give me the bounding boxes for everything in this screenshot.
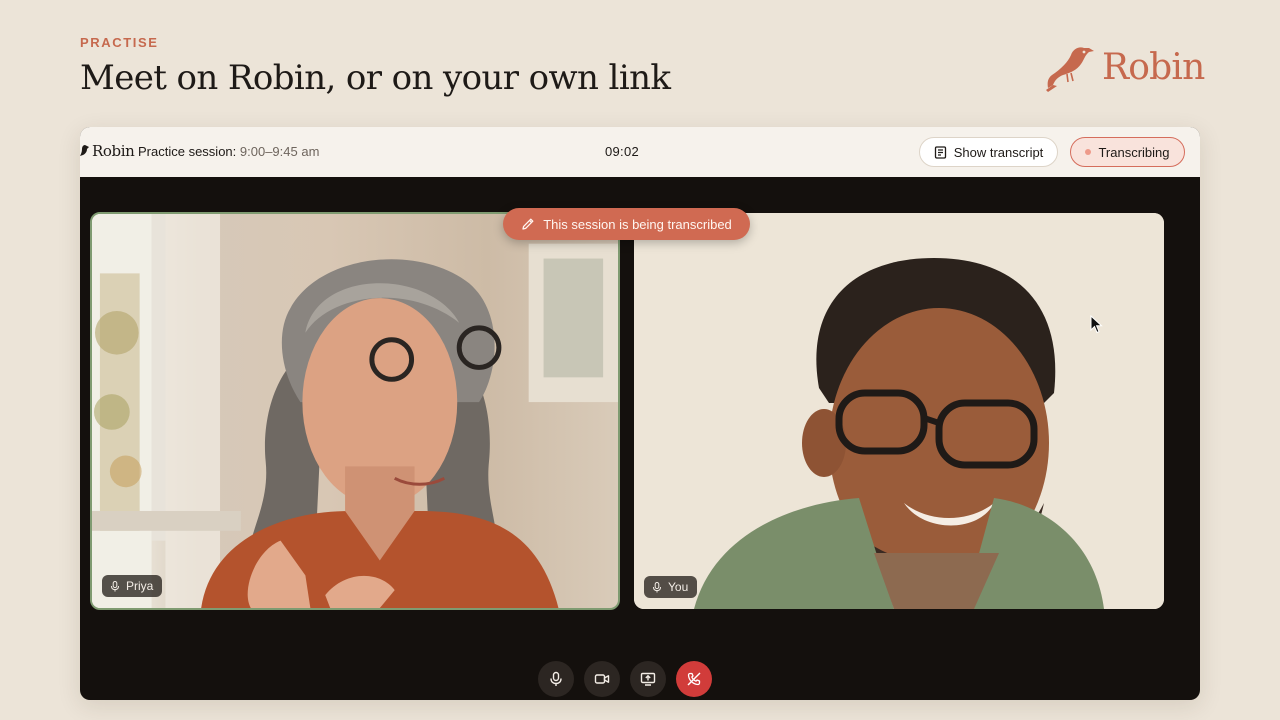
call-window: Robin Practice session: 9:00–9:45 am 09:… — [80, 127, 1200, 700]
call-topbar: Robin Practice session: 9:00–9:45 am 09:… — [80, 127, 1200, 177]
transcribing-label: Transcribing — [1098, 144, 1170, 160]
session-time: 9:00–9:45 am — [239, 144, 320, 159]
microphone-icon — [550, 671, 562, 686]
robin-bird-icon — [80, 145, 89, 156]
microphone-button[interactable] — [538, 661, 574, 697]
participant-name: You — [668, 580, 689, 594]
camera-button[interactable] — [584, 661, 620, 697]
transcription-notice: This session is being transcribed — [503, 208, 750, 240]
session-info: Practice session: 9:00–9:45 am — [138, 144, 320, 159]
participant-video-you — [634, 213, 1164, 609]
microphone-icon — [111, 580, 119, 591]
section-eyebrow: PRACTISE — [80, 35, 159, 50]
participant-tile-priya[interactable]: Priya — [90, 212, 620, 610]
transcript-icon — [934, 145, 946, 159]
transcription-notice-text: This session is being transcribed — [543, 216, 732, 232]
mouse-cursor-icon — [1090, 315, 1103, 334]
brand-logo: Robin — [1044, 42, 1205, 92]
participant-name-tag: You — [644, 576, 698, 598]
call-timer: 09:02 — [605, 144, 640, 159]
show-transcript-button[interactable]: Show transcript — [919, 137, 1058, 167]
robin-bird-icon — [1046, 47, 1094, 92]
page-title: Meet on Robin, or on your own link — [80, 58, 671, 98]
recording-dot-icon — [1085, 149, 1092, 155]
session-label: Practice session — [138, 144, 233, 159]
show-transcript-label: Show transcript — [953, 144, 1044, 160]
call-controls — [538, 661, 712, 697]
participant-video-priya — [92, 214, 618, 608]
pencil-icon — [522, 218, 534, 230]
hang-up-icon — [687, 672, 701, 686]
end-call-button[interactable] — [676, 661, 712, 697]
participant-name-tag: Priya — [102, 575, 163, 597]
participant-tile-you[interactable]: You — [634, 213, 1164, 609]
screen-share-icon — [640, 672, 656, 686]
mini-logo: Robin — [80, 142, 135, 160]
microphone-icon — [653, 581, 661, 592]
transcribing-toggle[interactable]: Transcribing — [1070, 137, 1185, 167]
mini-logo-text: Robin — [92, 142, 135, 160]
participant-name: Priya — [126, 579, 154, 593]
share-screen-button[interactable] — [630, 661, 666, 697]
brand-name: Robin — [1102, 46, 1205, 88]
video-camera-icon — [594, 674, 610, 684]
